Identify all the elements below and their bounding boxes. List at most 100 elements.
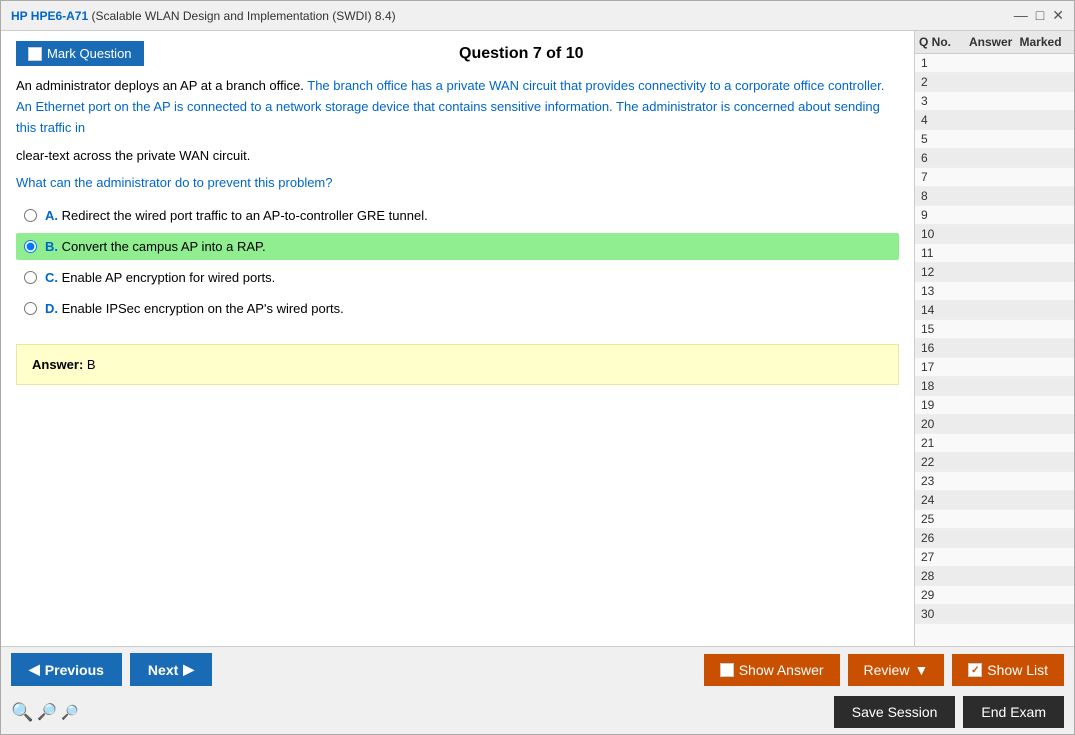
list-item[interactable]: 18 [915,377,1074,396]
next-label: Next [148,662,178,678]
footer-row2: 🔍 🔎 🔎 Save Session End Exam [1,692,1074,734]
previous-arrow-icon [29,661,40,678]
sidebar-header: Q No. Answer Marked [915,31,1074,54]
option-a-label: A. Redirect the wired port traffic to an… [45,208,428,223]
list-item[interactable]: 2 [915,73,1074,92]
sidebar-col-marked: Marked [1020,35,1071,49]
sidebar-rows: 1 2 3 4 5 6 7 8 9 10 11 12 13 14 15 16 1… [915,54,1074,646]
mark-question-button[interactable]: Mark Question [16,41,144,66]
previous-label: Previous [45,662,104,678]
app-title-link[interactable]: HP HPE6-A71 [11,9,88,23]
close-icon[interactable]: ✕ [1052,7,1064,24]
option-c[interactable]: C. Enable AP encryption for wired ports. [16,264,899,291]
sidebar: Q No. Answer Marked 1 2 3 4 5 6 7 8 9 10… [914,31,1074,646]
restore-icon[interactable]: □ [1036,7,1044,24]
list-item[interactable]: 14 [915,301,1074,320]
option-d-label: D. Enable IPSec encryption on the AP's w… [45,301,344,316]
app-window: HP HPE6-A71 (Scalable WLAN Design and Im… [0,0,1075,735]
list-item[interactable]: 4 [915,111,1074,130]
review-dropdown-icon: ▼ [914,662,928,678]
option-b-label: B. Convert the campus AP into a RAP. [45,239,266,254]
option-b[interactable]: B. Convert the campus AP into a RAP. [16,233,899,260]
question-text-cont: clear-text across the private WAN circui… [16,146,899,167]
options-area: A. Redirect the wired port traffic to an… [16,202,899,326]
minimize-icon[interactable]: — [1014,7,1028,24]
app-title-rest: (Scalable WLAN Design and Implementation… [88,9,395,23]
sidebar-col-qno: Q No. [919,35,969,49]
option-b-radio[interactable] [24,240,37,253]
list-item[interactable]: 27 [915,548,1074,567]
mark-checkbox-icon [28,47,42,61]
list-item[interactable]: 23 [915,472,1074,491]
previous-button[interactable]: Previous [11,653,122,686]
list-item[interactable]: 15 [915,320,1074,339]
option-a[interactable]: A. Redirect the wired port traffic to an… [16,202,899,229]
window-controls: — □ ✕ [1014,7,1064,24]
list-item[interactable]: 13 [915,282,1074,301]
zoom-reset-button[interactable]: 🔎 [37,702,57,722]
list-item[interactable]: 16 [915,339,1074,358]
answer-box: Answer: B [16,344,899,385]
option-c-radio[interactable] [24,271,37,284]
save-session-button[interactable]: Save Session [834,696,956,728]
question-text-part1: An administrator deploys an AP at a bran… [16,78,307,93]
show-answer-checkbox-icon [720,663,734,677]
mark-question-label: Mark Question [47,46,132,61]
list-item[interactable]: 1 [915,54,1074,73]
zoom-out-button[interactable]: 🔍 [11,702,33,723]
window-title: HP HPE6-A71 (Scalable WLAN Design and Im… [11,9,396,23]
answer-value: B [87,357,96,372]
list-item[interactable]: 28 [915,567,1074,586]
list-item[interactable]: 12 [915,263,1074,282]
list-item[interactable]: 5 [915,130,1074,149]
list-item[interactable]: 21 [915,434,1074,453]
sidebar-col-answer: Answer [969,35,1020,49]
show-list-label: Show List [987,662,1048,678]
list-item[interactable]: 29 [915,586,1074,605]
footer-area: Previous Next Show Answer Review ▼ ✓ Sho… [1,646,1074,734]
list-item[interactable]: 25 [915,510,1074,529]
save-session-label: Save Session [852,704,938,720]
zoom-in-button[interactable]: 🔎 [61,704,78,721]
footer-right-buttons: Save Session End Exam [834,696,1064,728]
main-panel: Mark Question Question 7 of 10 An admini… [1,31,914,646]
title-bar: HP HPE6-A71 (Scalable WLAN Design and Im… [1,1,1074,31]
question-text: An administrator deploys an AP at a bran… [16,76,899,138]
list-item[interactable]: 6 [915,149,1074,168]
list-item[interactable]: 10 [915,225,1074,244]
next-button[interactable]: Next [130,653,212,686]
question-text-part4: clear-text across the private WAN circui… [16,148,250,163]
list-item[interactable]: 26 [915,529,1074,548]
list-item[interactable]: 11 [915,244,1074,263]
end-exam-label: End Exam [981,704,1046,720]
list-item[interactable]: 24 [915,491,1074,510]
content-area: Mark Question Question 7 of 10 An admini… [1,31,1074,646]
zoom-controls: 🔍 🔎 🔎 [11,702,79,723]
list-item[interactable]: 7 [915,168,1074,187]
option-c-label: C. Enable AP encryption for wired ports. [45,270,275,285]
option-d[interactable]: D. Enable IPSec encryption on the AP's w… [16,295,899,322]
list-item[interactable]: 17 [915,358,1074,377]
top-toolbar: Mark Question Question 7 of 10 [16,41,899,66]
list-item[interactable]: 9 [915,206,1074,225]
list-item[interactable]: 30 [915,605,1074,624]
show-list-button[interactable]: ✓ Show List [952,654,1064,686]
list-item[interactable]: 19 [915,396,1074,415]
list-item[interactable]: 22 [915,453,1074,472]
option-a-radio[interactable] [24,209,37,222]
show-answer-button[interactable]: Show Answer [704,654,840,686]
list-item[interactable]: 20 [915,415,1074,434]
show-answer-label: Show Answer [739,662,824,678]
next-arrow-icon [183,661,194,678]
end-exam-button[interactable]: End Exam [963,696,1064,728]
question-what: What can the administrator do to prevent… [16,175,899,190]
option-d-radio[interactable] [24,302,37,315]
list-item[interactable]: 3 [915,92,1074,111]
show-list-check-icon: ✓ [968,663,982,677]
review-button[interactable]: Review ▼ [848,654,945,686]
question-title: Question 7 of 10 [144,45,899,63]
footer-row1: Previous Next Show Answer Review ▼ ✓ Sho… [1,647,1074,692]
review-label: Review [864,662,910,678]
list-item[interactable]: 8 [915,187,1074,206]
answer-label: Answer: [32,357,83,372]
